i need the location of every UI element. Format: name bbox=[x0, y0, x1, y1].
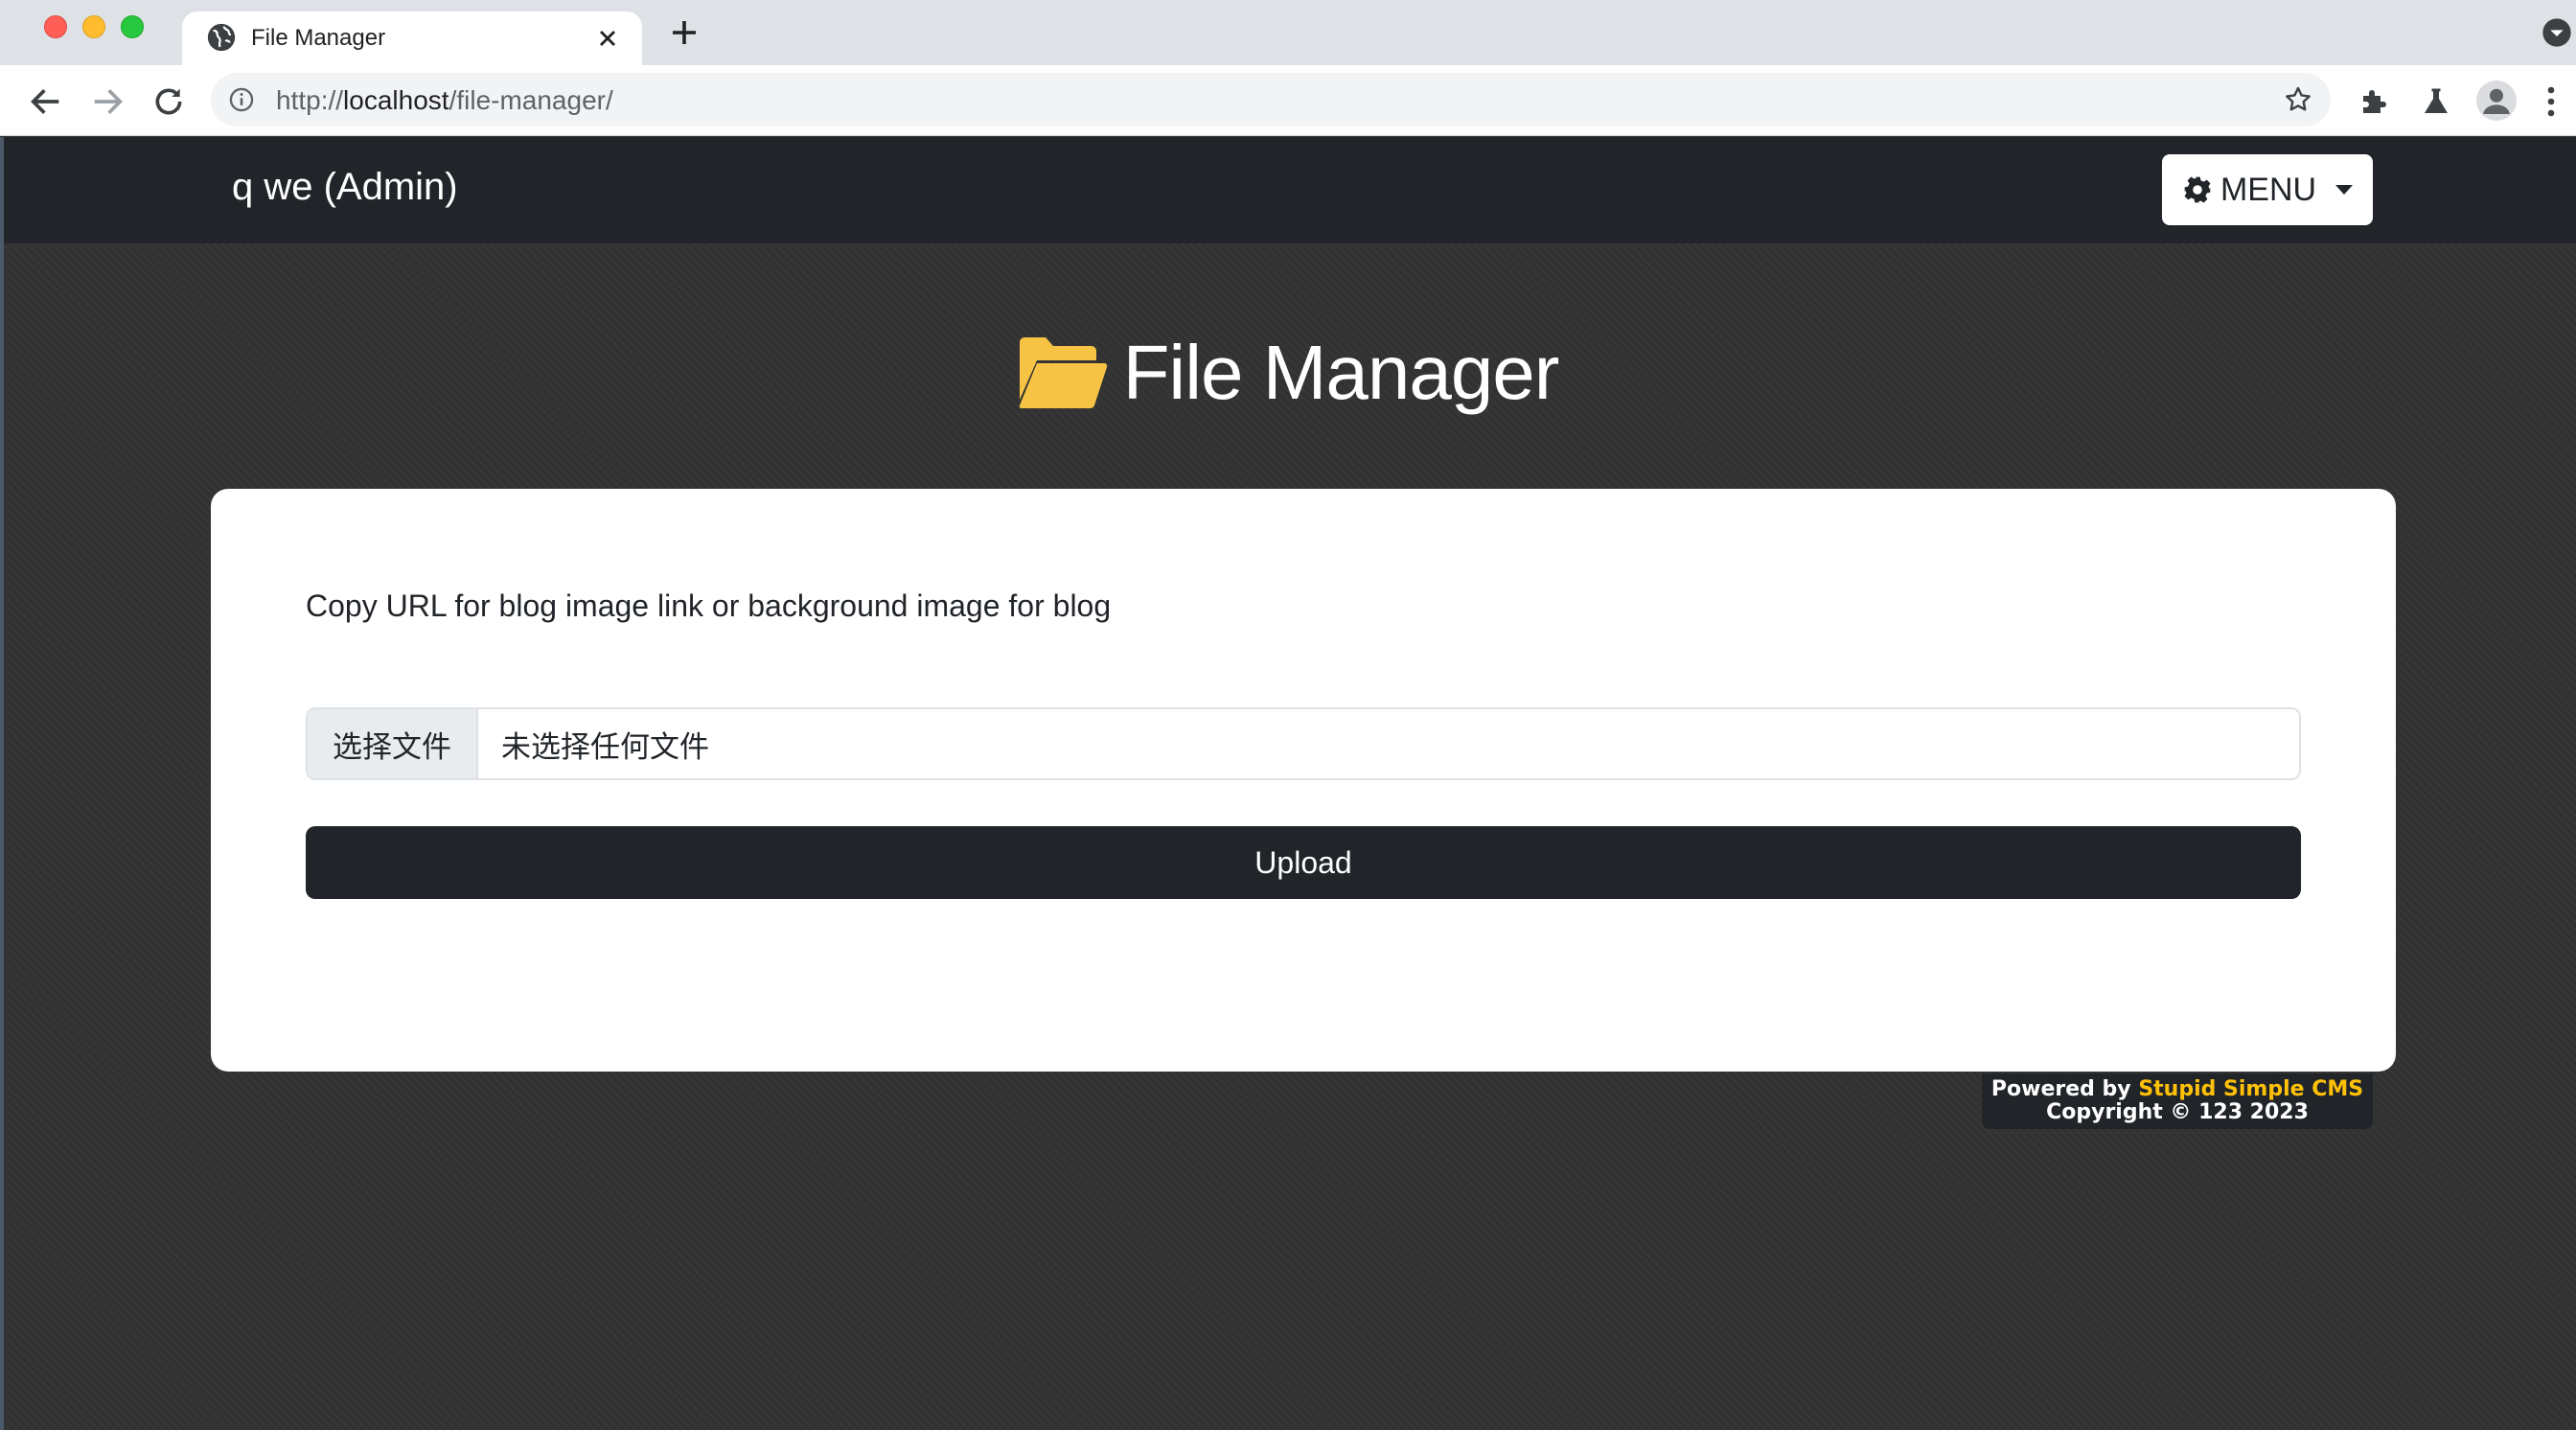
file-input[interactable]: 选择文件 未选择任何文件 bbox=[306, 707, 2301, 780]
upload-button[interactable]: Upload bbox=[306, 826, 2301, 899]
close-window-button[interactable] bbox=[44, 15, 67, 38]
menu-label: MENU bbox=[2220, 171, 2317, 208]
reload-icon[interactable] bbox=[150, 82, 188, 121]
open-folder-icon bbox=[1019, 337, 1107, 409]
cms-link[interactable]: Stupid Simple CMS bbox=[2138, 1077, 2363, 1101]
window-edge bbox=[0, 137, 4, 1430]
minimize-window-button[interactable] bbox=[82, 15, 105, 38]
browser-tabstrip: File Manager bbox=[0, 0, 2576, 65]
gear-icon bbox=[2184, 176, 2211, 203]
upload-card: Copy URL for blog image link or backgrou… bbox=[211, 489, 2396, 1072]
brand-link[interactable]: q we (Admin) bbox=[232, 166, 458, 209]
page-viewport: q we (Admin) MENU File Manager Copy URL … bbox=[0, 137, 2576, 1430]
url-text[interactable]: http://localhost/file-manager/ bbox=[276, 85, 613, 116]
url-scheme: http:// bbox=[276, 85, 344, 115]
tab-title: File Manager bbox=[251, 25, 386, 51]
maximize-window-button[interactable] bbox=[121, 15, 144, 38]
back-arrow-icon[interactable] bbox=[27, 82, 65, 121]
profile-icon[interactable] bbox=[2476, 81, 2517, 121]
plus-icon[interactable] bbox=[667, 15, 702, 50]
page-heading: File Manager bbox=[0, 329, 2576, 417]
url-host: localhost bbox=[343, 85, 449, 115]
profile-avatar-icon bbox=[2483, 88, 2510, 114]
powered-by-line: Powered by Stupid Simple CMS bbox=[1991, 1078, 2363, 1101]
browser-toolbar: http://localhost/file-manager/ bbox=[0, 65, 2576, 136]
tab-search-icon[interactable] bbox=[2542, 17, 2572, 48]
page-title: File Manager bbox=[1122, 330, 1560, 415]
file-status-text: 未选择任何文件 bbox=[501, 729, 709, 765]
star-icon[interactable] bbox=[2283, 84, 2313, 115]
info-icon[interactable] bbox=[228, 86, 255, 113]
url-path: /file-manager/ bbox=[448, 85, 613, 115]
site-footer: Powered by Stupid Simple CMS Copyright ©… bbox=[1982, 1073, 2373, 1129]
address-bar[interactable]: http://localhost/file-manager/ bbox=[211, 73, 2331, 127]
labs-flask-icon[interactable] bbox=[2419, 84, 2453, 119]
browser-tab[interactable]: File Manager bbox=[182, 12, 642, 65]
menu-button[interactable]: MENU bbox=[2162, 154, 2373, 225]
choose-file-button[interactable]: 选择文件 bbox=[308, 709, 478, 778]
site-navbar: q we (Admin) MENU bbox=[0, 137, 2576, 243]
close-icon[interactable] bbox=[594, 25, 621, 52]
globe-icon bbox=[207, 23, 236, 52]
copyright-text: Copyright © 123 2023 bbox=[2046, 1100, 2309, 1124]
powered-by-text: Powered by bbox=[1990, 1077, 2139, 1101]
card-description: Copy URL for blog image link or backgrou… bbox=[306, 588, 1112, 623]
more-vert-icon[interactable] bbox=[2543, 84, 2559, 119]
forward-arrow-icon[interactable] bbox=[88, 82, 126, 121]
caret-down-icon bbox=[2335, 185, 2354, 195]
puzzle-icon[interactable] bbox=[2358, 84, 2392, 119]
